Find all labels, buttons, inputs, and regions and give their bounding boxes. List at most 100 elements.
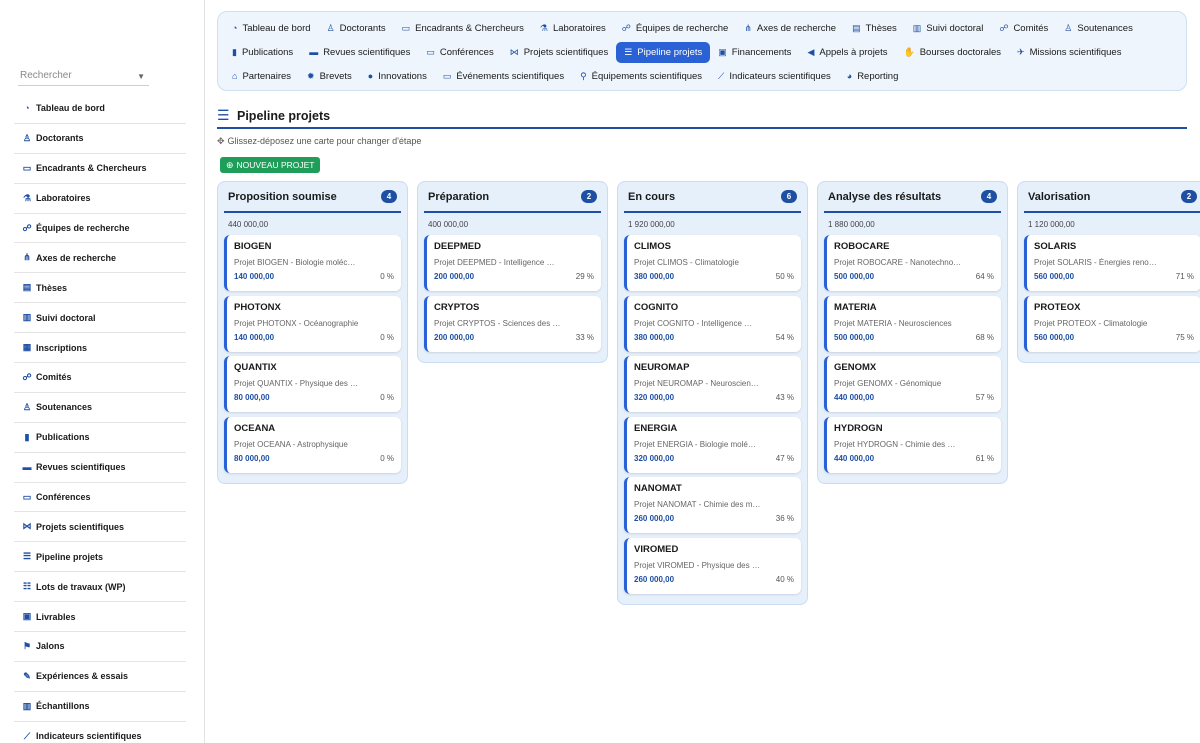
project-name: VIROMED [634, 543, 679, 555]
nav-tab-label: Financements [731, 46, 792, 58]
sidebar-item-doctorants[interactable]: ♙ Doctorants [14, 124, 186, 154]
nav-tab-label: Reporting [857, 70, 899, 82]
bars-icon: ☰ [22, 551, 32, 562]
sidebar-item-jalons[interactable]: ⚑ Jalons [14, 632, 186, 662]
project-card[interactable]: CLIMOS Projet CLIMOS - Climatologie 380 00… [624, 235, 801, 291]
nav-tab-axes-de-recherche[interactable]: ⋔ Axes de recherche [736, 18, 844, 39]
sidebar-item-label: Expériences & essais [36, 671, 129, 682]
nav-tab-conferences[interactable]: ▭ Conférences [418, 42, 501, 63]
nav-tab-partenaires[interactable]: ⌂ Partenaires [224, 66, 299, 87]
sidebar-item-suivi-doctoral[interactable]: ▥ Suivi doctoral [14, 303, 186, 334]
nav-tab-publications[interactable]: ▮ Publications [224, 42, 301, 63]
sidebar-item-pipeline-projets[interactable]: ☰ Pipeline projets [14, 542, 186, 573]
project-name: COGNITO [634, 301, 679, 313]
project-description: Projet NANOMAT - Chimie des ma… [634, 500, 762, 509]
sidebar-item-soutenances[interactable]: ♙ Soutenances [14, 393, 186, 423]
sidebar-item-indicateurs-scientifiques[interactable]: ⟋ Indicateurs scientifiques [14, 722, 186, 743]
project-progress: 47 % [775, 453, 794, 463]
project-card[interactable]: OCEANA Projet OCEANA - Astrophysique 80 00… [224, 416, 401, 473]
nav-tab-equipes-de-recherche[interactable]: ☍ Équipes de recherche [614, 18, 737, 39]
column-header: Valorisation 2 [1024, 182, 1200, 213]
nav-tab-innovations[interactable]: ● Innovations [360, 66, 435, 87]
project-card[interactable]: COGNITO Projet COGNITO - Intelligence … 38… [624, 295, 801, 352]
project-amount: 500 000,00 [834, 332, 875, 342]
sidebar-item-axes-de-recherche[interactable]: ⋔ Axes de recherche [14, 243, 186, 274]
nav-tab-equipements-scientifiques[interactable]: ⚲ Équipements scientifiques [572, 66, 710, 87]
nav-tab-appels-a-projets[interactable]: ◀ Appels à projets [799, 42, 895, 63]
project-card[interactable]: PROTEOX Projet PROTEOX - Climatologie 560 … [1024, 295, 1200, 352]
nav-tab-suivi-doctoral[interactable]: ▥ Suivi doctoral [905, 18, 992, 39]
sidebar-item-theses[interactable]: ▤ Thèses [14, 273, 186, 304]
project-name: PHOTONX [234, 301, 281, 313]
sidebar-item-lots-de-travaux-wp[interactable]: ☷ Lots de travaux (WP) [14, 572, 186, 603]
project-card[interactable]: VIROMED Projet VIROMED - Physique des … 26… [624, 537, 801, 594]
column-count-badge: 4 [381, 190, 397, 203]
card-footer: 320 000,00 47 % [634, 454, 794, 463]
nav-tab-projets-scientifiques[interactable]: ⋈ Projets scientifiques [502, 42, 616, 63]
sidebar-item-laboratoires[interactable]: ⚗ Laboratoires [14, 184, 186, 214]
nav-tab-laboratoires[interactable]: ⚗ Laboratoires [532, 18, 614, 39]
nav-tab-brevets[interactable]: ✹ Brevets [299, 66, 360, 87]
nav-row: ◔ Tableau de bord ♙ Doctorants ▭ Encadrants &… [224, 16, 1180, 40]
clipboard-icon: ▥ [912, 22, 922, 33]
sidebar-item-inscriptions[interactable]: ▦ Inscriptions [14, 333, 186, 364]
project-card[interactable]: HYDROGN Projet HYDROGN - Chimie des ma… 44… [824, 416, 1001, 473]
nav-tab-encadrants-chercheurs[interactable]: ▭ Encadrants & Chercheurs [394, 18, 532, 39]
new-project-button[interactable]: ⊕ NOUVEAU PROJET [220, 157, 321, 173]
nav-tab-indicateurs-scientifiques[interactable]: ⟋ Indicateurs scientifiques [710, 66, 839, 87]
nav-tab-doctorants[interactable]: ♙ Doctorants [319, 18, 394, 39]
project-card[interactable]: ROBOCARE Projet ROBOCARE - Nanotechnolo… 5… [824, 235, 1001, 291]
nav-tab-evenements-scientifiques[interactable]: ▭ Événements scientifiques [435, 66, 572, 87]
nav-tab-reporting[interactable]: ◕ Reporting [839, 66, 907, 87]
nav-tab-revues-scientifiques[interactable]: ▬ Revues scientifiques [301, 42, 418, 63]
sitemap-icon: ⋔ [744, 22, 752, 33]
plus-circle-icon: ⊕ [226, 159, 234, 170]
project-card[interactable]: GENOMX Projet GENOMX - Génomique 440 000,0… [824, 356, 1001, 412]
nav-tab-pipeline-projets[interactable]: ☰ Pipeline projets [616, 41, 711, 63]
nav-tab-tableau-de-bord[interactable]: ◔ Tableau de bord [224, 18, 319, 39]
project-card[interactable]: MATERIA Projet MATERIA - Neurosciences 500… [824, 295, 1001, 352]
nav-tab-theses[interactable]: ▤ Thèses [844, 18, 905, 39]
project-card[interactable]: NEUROMAP Projet NEUROMAP - Neurosciences 3… [624, 356, 801, 412]
card-footer: 380 000,00 54 % [634, 333, 794, 342]
project-card[interactable]: DEEPMED Projet DEEPMED - Intelligence … 20… [424, 235, 601, 291]
column-title: Analyse des résultats [828, 190, 942, 203]
sidebar-item-publications[interactable]: ▮ Publications [14, 423, 186, 453]
sidebar-item-experiences-essais[interactable]: ✎ Expériences & essais [14, 662, 186, 692]
sidebar-item-projets-scientifiques[interactable]: ⋈ Projets scientifiques [14, 512, 186, 543]
nav-tab-soutenances[interactable]: ♙ Soutenances [1056, 18, 1141, 39]
sidebar-item-equipes-de-recherche[interactable]: ☍ Équipes de recherche [14, 214, 186, 244]
project-progress: 61 % [975, 453, 994, 463]
sidebar-item-livrables[interactable]: ▣ Livrables [14, 602, 186, 633]
project-card[interactable]: SOLARIS Projet SOLARIS - Énergies reno… 56… [1024, 235, 1200, 291]
nav-tab-bourses-doctorales[interactable]: ✋ Bourses doctorales [895, 42, 1009, 63]
nav-tab-comites[interactable]: ☍ Comités [991, 18, 1056, 39]
sidebar-item-tableau-de-bord[interactable]: ◔ Tableau de bord [14, 94, 186, 124]
project-amount: 80 000,00 [234, 393, 270, 402]
caret-down-icon[interactable]: ▼ [137, 72, 145, 81]
sidebar-item-encadrants-chercheurs[interactable]: ▭ Encadrants & Chercheurs [14, 154, 186, 184]
project-progress: 75 % [1175, 332, 1194, 342]
nav-tab-label: Soutenances [1077, 22, 1133, 34]
project-card[interactable]: QUANTIX Projet QUANTIX - Physique des … 80… [224, 356, 401, 412]
project-card[interactable]: BIOGEN Projet BIOGEN - Biologie moléc… 140… [224, 235, 401, 291]
project-name: BIOGEN [234, 241, 272, 252]
sidebar-item-conferences[interactable]: ▭ Conférences [14, 483, 186, 513]
project-card[interactable]: CRYPTOS Projet CRYPTOS - Sciences des … 20… [424, 295, 601, 352]
project-description: Projet CLIMOS - Climatologie [634, 258, 739, 267]
project-card[interactable]: ENERGIA Projet ENERGIA - Biologie molé… 32… [624, 416, 801, 473]
nav-tab-missions-scientifiques[interactable]: ✈ Missions scientifiques [1009, 42, 1129, 63]
sidebar-item-comites[interactable]: ☍ Comités [14, 363, 186, 393]
project-card[interactable]: PHOTONX Projet PHOTONX - Océanographie 140… [224, 295, 401, 352]
flask-icon: ⚗ [539, 22, 548, 33]
project-amount: 500 000,00 [834, 272, 875, 281]
nav-tab-financements[interactable]: ▣ Financements [710, 42, 799, 63]
chart-line-icon: ⟋ [23, 730, 31, 741]
column-total: 1 120 000,00 [1028, 219, 1075, 229]
column-count-badge: 4 [981, 190, 997, 203]
sidebar-search-select[interactable]: Rechercher ▼ [18, 66, 149, 86]
sidebar-item-echantillons[interactable]: ▥ Échantillons [14, 692, 186, 722]
project-card[interactable]: NANOMAT Projet NANOMAT - Chimie des ma… 26… [624, 477, 801, 533]
bars-icon: ☰ [217, 107, 230, 123]
sidebar-item-revues-scientifiques[interactable]: ▬ Revues scientifiques [14, 453, 186, 483]
